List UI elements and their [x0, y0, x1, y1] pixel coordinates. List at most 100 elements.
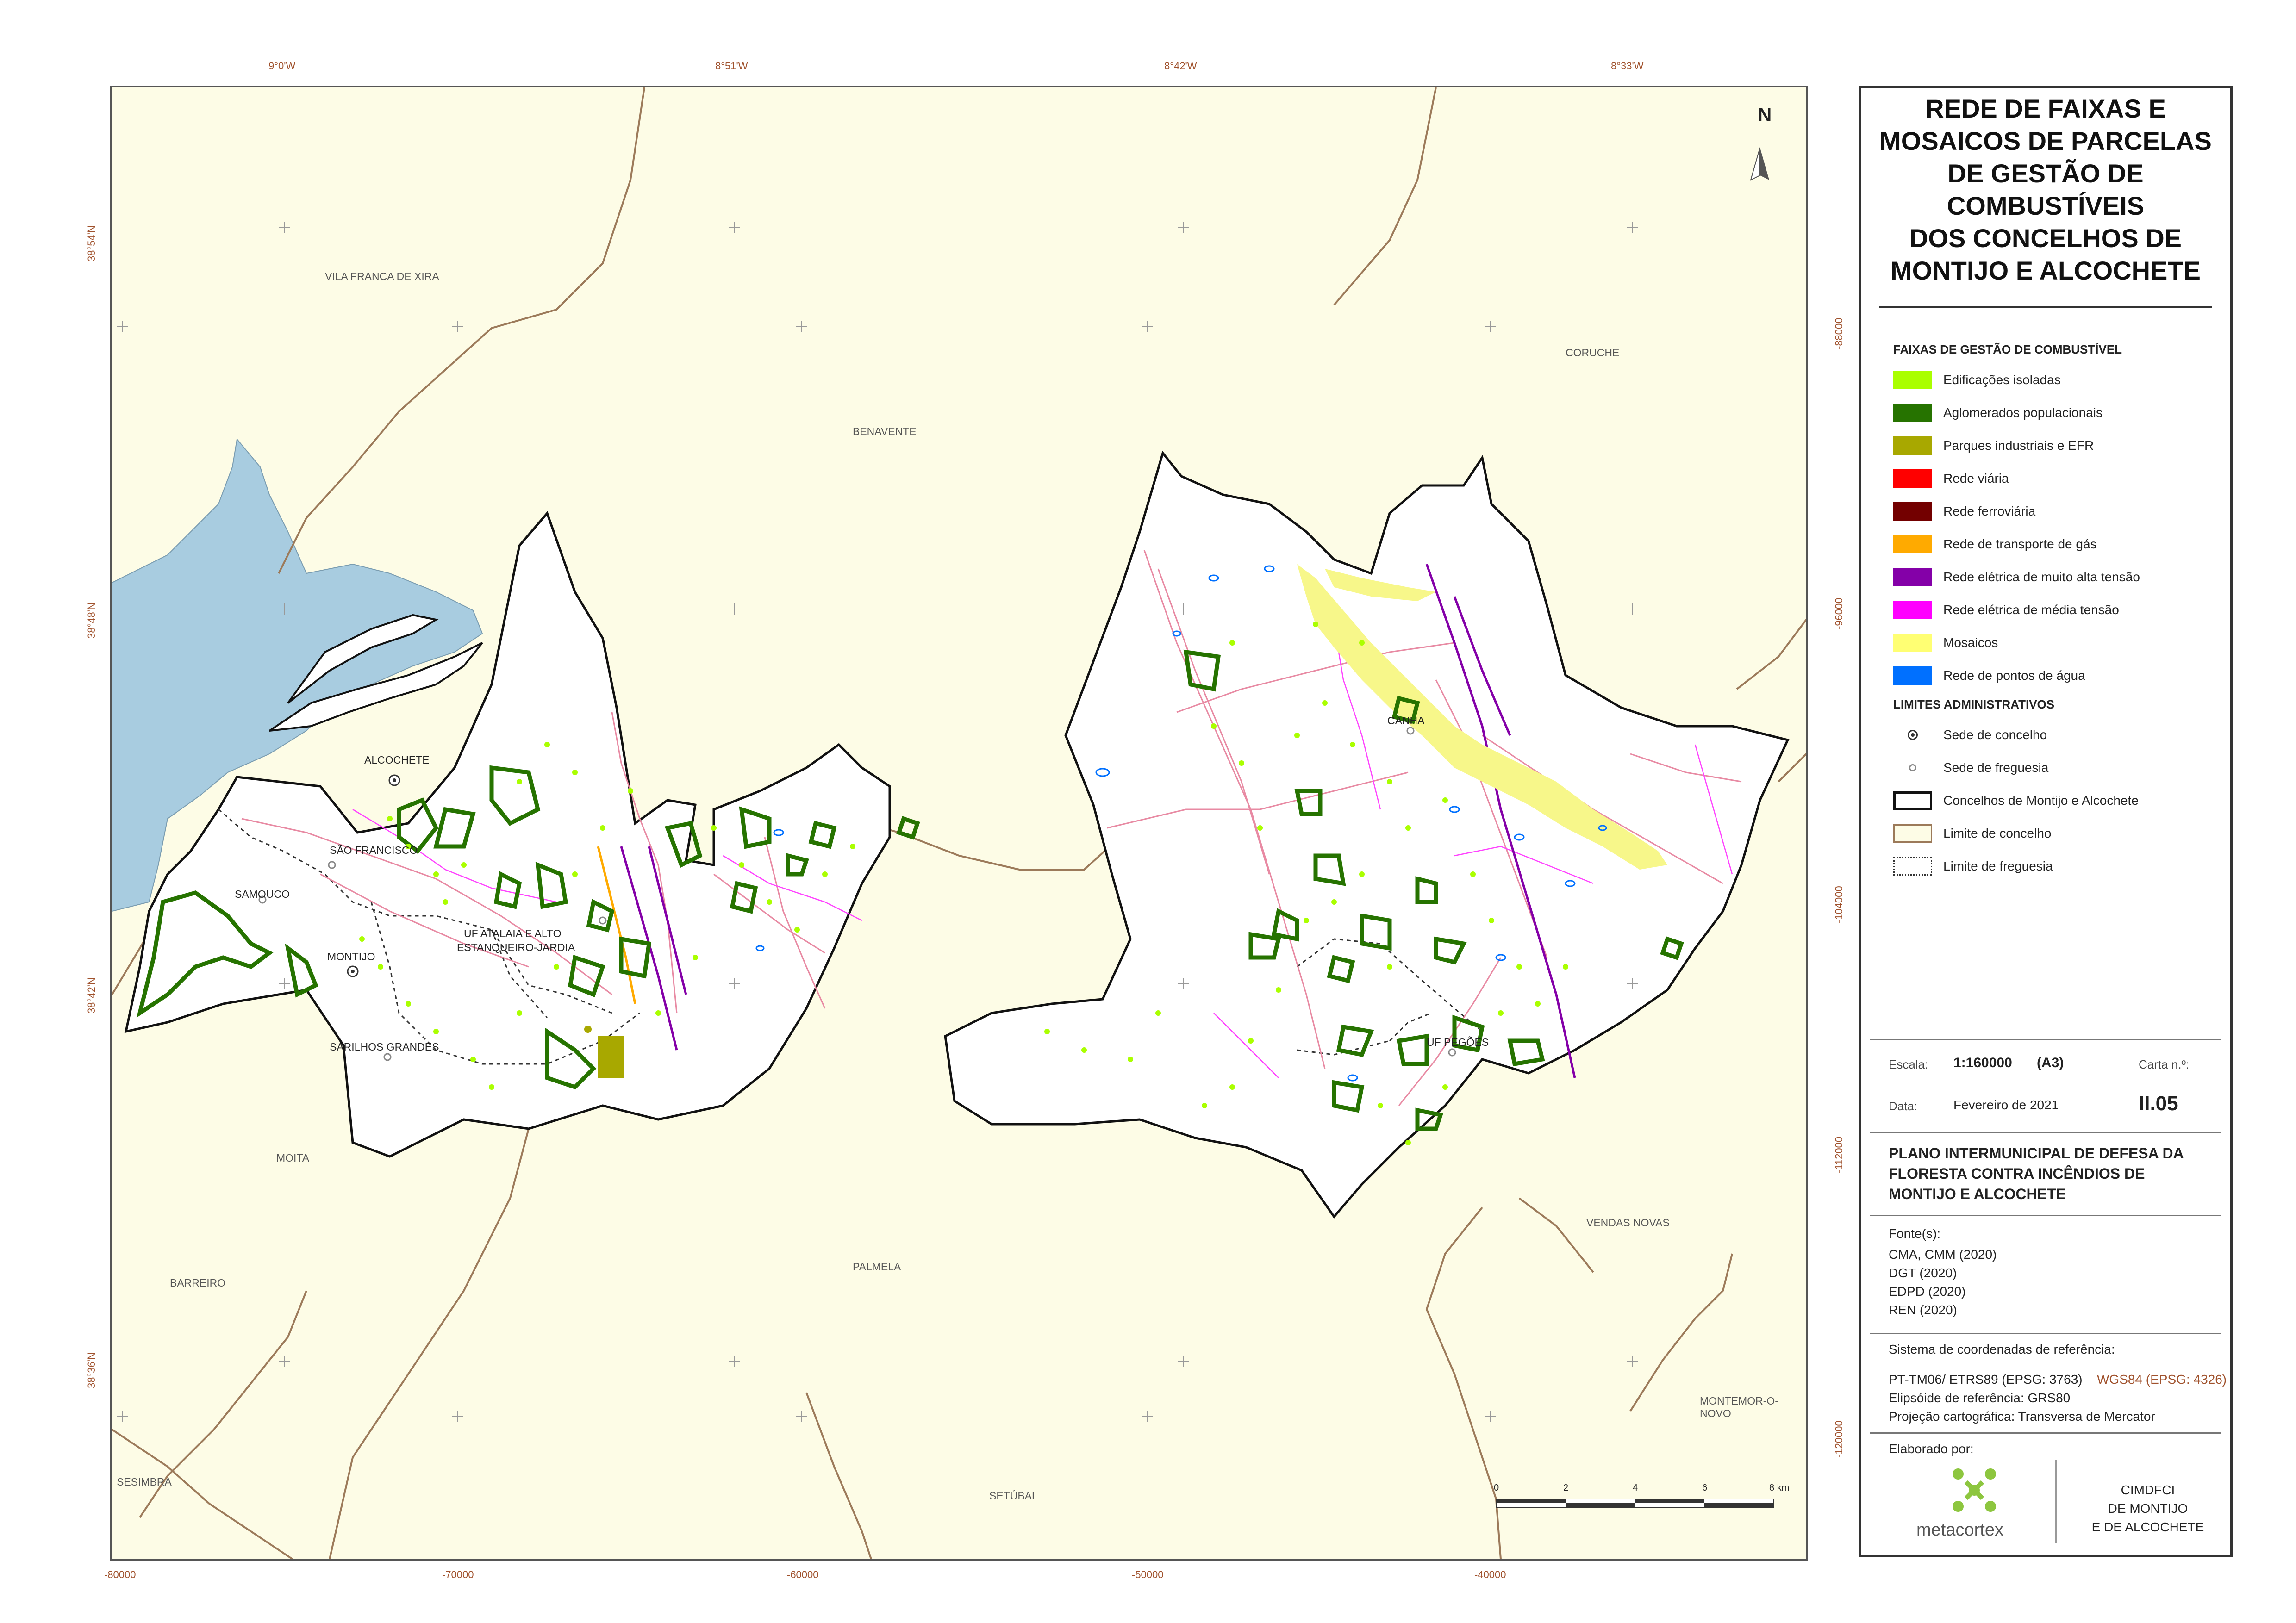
freguesia-limit-swatch	[1893, 857, 1932, 876]
legend-label: Limite de concelho	[1943, 826, 2052, 840]
divider	[1870, 1432, 2221, 1434]
place-label: SÃO FRANCISCO	[330, 844, 418, 856]
fonte-item: DGT (2020)	[1889, 1266, 1957, 1280]
legend-item: Sede de freguesia	[1893, 751, 2217, 784]
place-label: PALMELA	[853, 1261, 901, 1273]
client-line: DE MONTIJO	[2108, 1501, 2188, 1516]
concelho-limit-swatch	[1893, 824, 1932, 843]
northing-label: -112000	[1833, 1136, 1845, 1173]
client-line: E DE ALCOCHETE	[2091, 1520, 2204, 1534]
legend-swatch	[1893, 535, 1932, 553]
projecao: Projeção cartográfica: Transversa de Mer…	[1889, 1409, 2155, 1424]
logo-divider	[2055, 1460, 2057, 1543]
legend-swatch	[1893, 403, 1932, 422]
divider	[1870, 1215, 2221, 1216]
fonte-item: CMA, CMM (2020)	[1889, 1247, 1997, 1262]
legend-label: Rede elétrica de muito alta tensão	[1943, 569, 2140, 584]
legend-label: Rede elétrica de média tensão	[1943, 602, 2119, 617]
divider	[1870, 1039, 2221, 1040]
legend-panel: REDE DE FAIXAS E MOSAICOS DE PARCELAS DE…	[1859, 86, 2233, 1557]
client-line: CIMDFCI	[2121, 1483, 2175, 1497]
easting-label: -80000	[104, 1569, 136, 1580]
title-line: DOS CONCELHOS DE	[1909, 224, 2182, 253]
place-label: UF PEGÕES	[1427, 1036, 1489, 1048]
data-label: Data:	[1889, 1099, 1918, 1113]
place-label: UF ATALAIA E ALTO	[464, 927, 562, 939]
place-label: CANHA	[1387, 715, 1425, 727]
place-label: BARREIRO	[170, 1277, 226, 1289]
northing-label: -88000	[1833, 317, 1845, 349]
elipsoide: Elipsóide de referência: GRS80	[1889, 1391, 2071, 1405]
scale-tick: 0	[1494, 1483, 1499, 1493]
data-value: Fevereiro de 2021	[1953, 1098, 2059, 1112]
legend-label: Rede de transporte de gás	[1943, 536, 2097, 551]
scale-bar	[1496, 1499, 1774, 1508]
legend-item: Rede ferroviária	[1893, 495, 2217, 528]
legend-label: Aglomerados populacionais	[1943, 405, 2103, 420]
map-canvas[interactable]: N VILA FRANCA DE XIRA BENAVENTE CORUCHE …	[110, 86, 1808, 1561]
divider	[1870, 1132, 2221, 1133]
legend-swatch	[1893, 567, 1932, 586]
carta-label: Carta n.º:	[2139, 1057, 2190, 1071]
easting-label: -70000	[442, 1569, 474, 1580]
concelho-montijo-east	[944, 450, 1790, 1219]
northing-label: -120000	[1833, 1420, 1845, 1458]
plano-title: PLANO INTERMUNICIPAL DE DEFESA DA FLORES…	[1889, 1143, 2213, 1204]
legend-swatch	[1893, 600, 1932, 619]
fontes-label: Fonte(s):	[1889, 1226, 1941, 1241]
place-label: CORUCHE	[1566, 347, 1620, 359]
sede-freguesia-icon	[1893, 759, 1932, 777]
northing-label: -104000	[1833, 886, 1845, 923]
legend-label: Rede de pontos de água	[1943, 668, 2085, 683]
client-credit: CIMDFCI DE MONTIJO E DE ALCOCHETE	[2078, 1481, 2217, 1536]
plano-line: PLANO INTERMUNICIPAL DE DEFESA DA	[1889, 1145, 2184, 1162]
legend-label: Mosaicos	[1943, 635, 1998, 650]
place-label: SESIMBRA	[117, 1476, 172, 1488]
scale-tick: 4	[1633, 1483, 1638, 1493]
parque-industrial	[598, 1036, 624, 1078]
escala-format: (A3)	[2037, 1055, 2064, 1070]
place-label: MONTEMOR-O-NOVO	[1700, 1395, 1778, 1419]
legend-swatch	[1893, 502, 1932, 521]
plano-line: MONTIJO E ALCOCHETE	[1889, 1186, 2066, 1202]
north-arrow-icon	[1750, 147, 1769, 181]
scale-tick: 6	[1702, 1483, 1708, 1493]
place-label: VENDAS NOVAS	[1586, 1217, 1670, 1229]
scale-tick: 8 km	[1769, 1483, 1790, 1493]
legend-label: Rede viária	[1943, 471, 2009, 485]
legend-item: Aglomerados populacionais	[1893, 396, 2217, 429]
legend-swatch	[1893, 469, 1932, 488]
easting-label: -40000	[1474, 1569, 1506, 1580]
legend-item: Rede elétrica de média tensão	[1893, 593, 2217, 626]
sistema-label: Sistema de coordenadas de referência:	[1889, 1342, 2115, 1356]
metacortex-logo-icon	[1949, 1465, 2000, 1518]
legend-label: Concelhos de Montijo e Alcochete	[1943, 793, 2139, 808]
fonte-item: EDPD (2020)	[1889, 1284, 1966, 1299]
legend-heading: LIMITES ADMINISTRATIVOS	[1893, 697, 2055, 711]
place-label: SAMOUCO	[235, 888, 290, 900]
legend-swatch	[1893, 436, 1932, 455]
title-line: MONTIJO E ALCOCHETE	[1890, 256, 2201, 285]
title-line: DE GESTÃO DE	[1947, 159, 2144, 188]
north-arrow-label: N	[1758, 104, 1772, 125]
place-label: ALCOCHETE	[364, 754, 430, 766]
sede-concelho-icon	[1893, 726, 1932, 744]
plano-line: FLORESTA CONTRA INCÊNDIOS DE	[1889, 1165, 2145, 1182]
map-title: REDE DE FAIXAS E MOSAICOS DE PARCELAS DE…	[1861, 88, 2230, 287]
scale-tick: 2	[1563, 1483, 1569, 1493]
legend-item: Rede de pontos de água	[1893, 659, 2217, 692]
longitude-label: 8°42'W	[1164, 60, 1197, 72]
place-label: VILA FRANCA DE XIRA	[325, 270, 439, 282]
escala-value: 1:160000	[1953, 1055, 2012, 1070]
easting-label: -60000	[787, 1569, 819, 1580]
legend-label: Rede ferroviária	[1943, 504, 2036, 518]
sistema-value-wgs84: WGS84 (EPSG: 4326)	[2097, 1372, 2227, 1387]
legend-swatch	[1893, 370, 1932, 389]
longitude-label: 8°33'W	[1611, 60, 1644, 72]
easting-label: -50000	[1132, 1569, 1164, 1580]
place-label: ESTANQUEIRO-JARDIA	[457, 941, 575, 953]
longitude-label: 8°51'W	[715, 60, 748, 72]
legend-item: Limite de freguesia	[1893, 850, 2217, 883]
legend-item: Rede viária	[1893, 462, 2217, 495]
place-label: MOITA	[276, 1152, 310, 1164]
